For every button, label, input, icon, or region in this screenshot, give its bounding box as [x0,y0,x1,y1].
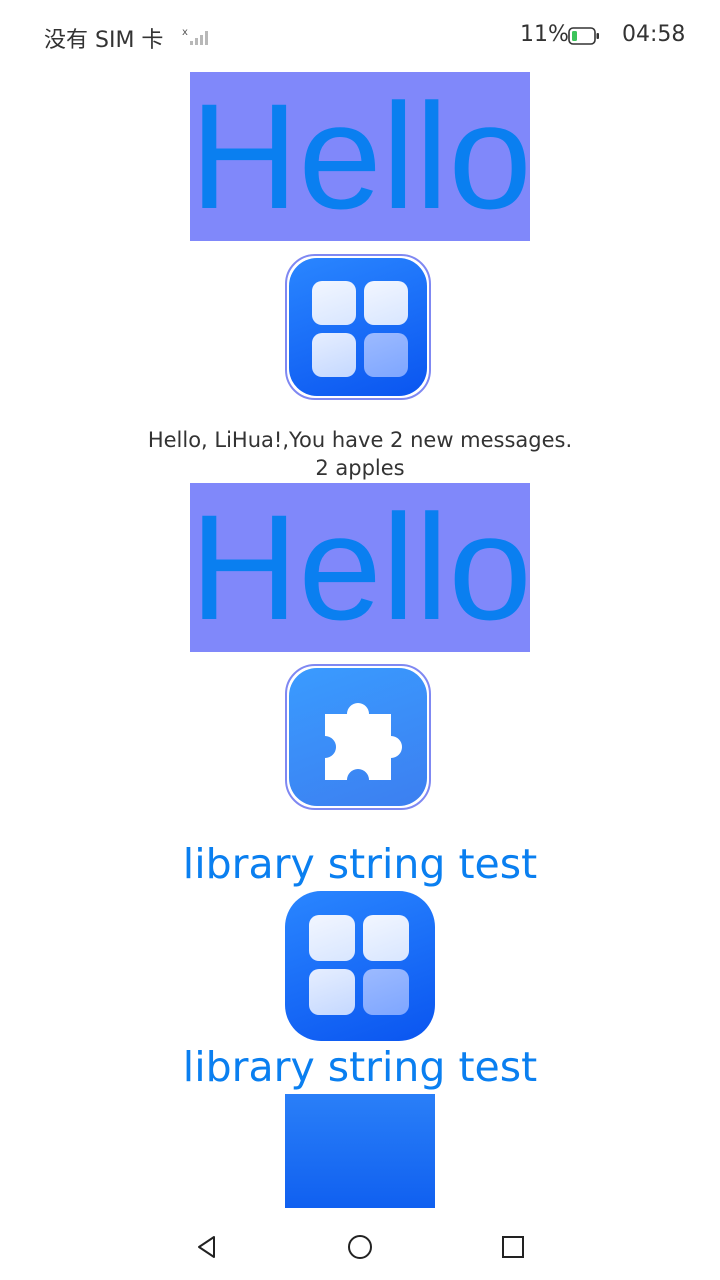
svg-text:x: x [182,27,188,38]
battery-icon [568,27,599,45]
library-string-text-1: library string test [182,840,538,888]
recents-icon[interactable] [496,1230,530,1264]
signal-icon: x [182,27,208,45]
clock: 04:58 [622,22,686,47]
hello-text-1: Hello [190,72,530,241]
carrier-label: 没有 SIM 卡 [44,28,164,53]
navigation-bar [0,1212,720,1280]
hello-text-2: Hello [190,483,530,652]
puzzle-piece-icon [289,668,427,806]
app-grid-icon [285,891,435,1041]
blue-image [285,1094,435,1208]
back-icon[interactable] [190,1230,224,1264]
image-frame-2 [285,664,431,810]
status-bar: 没有 SIM 卡 x 11% 04:58 [0,0,720,72]
library-string-text-2: library string test [182,1043,538,1091]
apples-text: 2 apples [315,456,405,480]
message-text: Hello, LiHua!,You have 2 new messages. [147,428,573,452]
home-icon[interactable] [343,1230,377,1264]
app-grid-icon [289,258,427,396]
image-frame-1 [285,254,431,400]
battery-percent: 11% [520,22,569,47]
